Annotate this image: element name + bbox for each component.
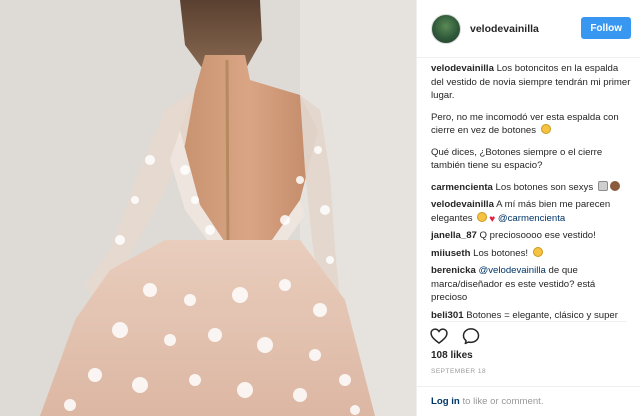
avatar[interactable]: [431, 13, 461, 44]
likes-count[interactable]: 108 likes: [431, 350, 473, 361]
action-bar: [429, 326, 481, 346]
comment-text: Los botones!: [473, 247, 529, 259]
comment-item: beli301 Botones = elegante, clásico y su…: [431, 309, 631, 321]
header-username[interactable]: velodevainilla: [470, 23, 539, 35]
comment-username[interactable]: velodevainilla: [431, 199, 494, 210]
comment-mention[interactable]: @velodevainilla: [478, 265, 545, 276]
caption-text-3: Qué dices, ¿Botones siempre o el cierre …: [431, 146, 603, 172]
red-heart-icon: ♥: [489, 213, 496, 225]
instagram-post: velodevainilla Follow velodevainilla Los…: [0, 0, 640, 416]
comment-text: Botones = elegante, clásico y super: [466, 309, 618, 321]
framed-picture-icon: [597, 180, 608, 191]
comment-username[interactable]: berenicka: [431, 265, 476, 276]
comment-text: Los botones son sexys: [495, 181, 594, 193]
comment-mention[interactable]: @carmencienta: [498, 213, 565, 224]
login-footer: Log in to like or comment.: [417, 386, 640, 416]
post-header: velodevainilla Follow: [417, 0, 640, 58]
screaming-face-icon: [540, 124, 551, 134]
post-date: SEPTEMBER 18: [431, 368, 487, 375]
speech-bubble-icon[interactable]: [461, 326, 481, 346]
comment-username[interactable]: janella_87: [431, 230, 477, 241]
divider: [431, 321, 626, 322]
login-prompt-text: to like or comment.: [462, 396, 544, 407]
comment-username[interactable]: beli301: [431, 310, 464, 321]
caption-username[interactable]: velodevainilla: [431, 63, 494, 74]
comment-text: Q preciosoooo ese vestido!: [479, 230, 596, 241]
comment-list: velodevainilla Los botoncitos en la espa…: [417, 62, 640, 320]
comment-username[interactable]: carmencienta: [431, 182, 493, 193]
login-link[interactable]: Log in: [431, 396, 460, 407]
comment-username[interactable]: miiuseth: [431, 248, 470, 259]
comment-item: berenicka @velodevainilla de que marca/d…: [431, 264, 631, 305]
comment-item: miiuseth Los botones!: [431, 246, 631, 261]
comment-item: velodevainilla A mí más bien me parecen …: [431, 198, 631, 225]
wedding-dress-back-illustration: [0, 0, 416, 416]
heart-outline-icon[interactable]: [429, 326, 449, 346]
caption-text-2: Pero, no me incomodó ver esta espalda co…: [431, 111, 619, 137]
post-photo[interactable]: [0, 0, 416, 416]
post-caption: velodevainilla Los botoncitos en la espa…: [431, 62, 631, 173]
post-side-panel: velodevainilla Follow velodevainilla Los…: [416, 0, 640, 416]
heart-eyes-face-icon: [532, 246, 543, 257]
smiling-face-icon: [477, 211, 488, 222]
see-no-evil-monkey-icon: [609, 180, 620, 191]
comment-item: carmencienta Los botones son sexys: [431, 180, 631, 195]
comment-item: janella_87 Q preciosoooo ese vestido!: [431, 229, 631, 243]
follow-button[interactable]: Follow: [581, 17, 631, 39]
